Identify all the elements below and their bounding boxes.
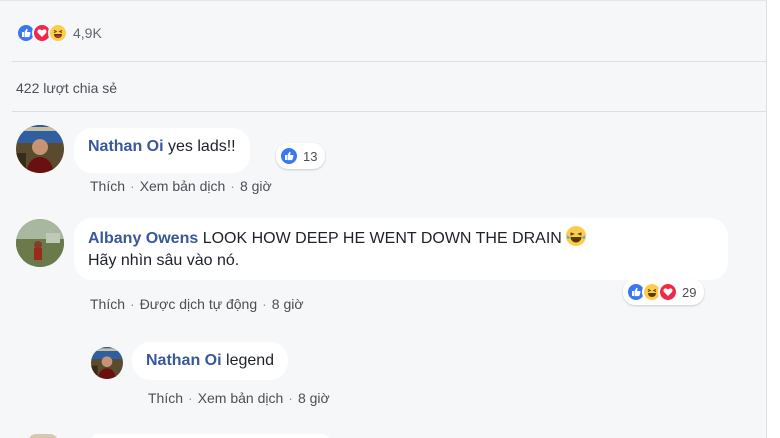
reply-text: legend	[226, 352, 275, 369]
avatar[interactable]	[16, 219, 64, 267]
avatar[interactable]	[16, 125, 64, 173]
reaction-count: 13	[303, 148, 318, 164]
avatar[interactable]	[28, 434, 58, 438]
comment-actions: Thích · Xem bản dịch · 8 giờ	[90, 178, 272, 194]
reaction-count: 29	[682, 284, 697, 300]
timestamp[interactable]: 8 giờ	[240, 178, 272, 194]
see-translation-link[interactable]: Xem bản dịch	[198, 390, 284, 406]
timestamp[interactable]: 8 giờ	[298, 390, 330, 406]
comment-reactions[interactable]: 29	[623, 279, 705, 305]
separator-dot: ·	[130, 296, 135, 312]
top-border	[0, 0, 767, 1]
reply-bubble: Nathan Oi legend	[132, 342, 289, 380]
reply-author[interactable]: Nathan Oi	[146, 352, 222, 369]
reply: Nathan Oi legend	[91, 342, 289, 380]
haha-icon	[48, 23, 68, 43]
comment-author[interactable]: Albany Owens	[88, 230, 198, 247]
comment: Nathan Oi yes lads!!	[16, 125, 250, 173]
comments-panel: 4,9K 422 lượt chia sẻ Nathan Oi yes lads…	[0, 0, 767, 438]
comment-bubble: Albany Owens LOOK HOW DEEP HE WENT DOWN …	[74, 218, 728, 280]
divider	[12, 61, 767, 62]
divider	[12, 111, 767, 112]
comment-actions: Thích · Được dịch tự động · 8 giờ	[90, 296, 304, 312]
tears-of-joy-emoji-icon	[566, 226, 587, 246]
comment-author[interactable]: Nathan Oi	[88, 138, 164, 155]
comment-reactions[interactable]: 13	[276, 143, 326, 169]
separator-dot: ·	[188, 390, 193, 406]
comment-text: LOOK HOW DEEP HE WENT DOWN THE DRAIN	[202, 230, 562, 247]
comment-bubble: Nathan Oi yes lads!!	[74, 128, 250, 173]
see-translation-link[interactable]: Xem bản dịch	[140, 178, 226, 194]
love-icon	[658, 282, 678, 302]
reply-actions: Thích · Xem bản dịch · 8 giờ	[148, 390, 330, 406]
share-count-link[interactable]: 422 lượt chia sẻ	[16, 80, 117, 96]
reaction-total[interactable]: 4,9K	[73, 25, 102, 41]
comment-text: yes lads!!	[168, 138, 236, 155]
separator-dot: ·	[288, 390, 293, 406]
comment: Albany Owens LOOK HOW DEEP HE WENT DOWN …	[16, 218, 728, 280]
separator-dot: ·	[230, 178, 235, 194]
like-icon	[279, 146, 299, 166]
auto-translated-label[interactable]: Được dịch tự động	[140, 296, 257, 312]
avatar[interactable]	[91, 347, 123, 379]
timestamp[interactable]: 8 giờ	[272, 296, 304, 312]
separator-dot: ·	[262, 296, 267, 312]
reaction-summary[interactable]: 4,9K	[16, 21, 102, 45]
like-link[interactable]: Thích	[90, 296, 125, 312]
comment-translation: Hãy nhìn sâu vào nó.	[88, 252, 240, 269]
like-link[interactable]: Thích	[90, 178, 125, 194]
comment-bubble	[90, 434, 330, 438]
separator-dot: ·	[130, 178, 135, 194]
like-link[interactable]: Thích	[148, 390, 183, 406]
